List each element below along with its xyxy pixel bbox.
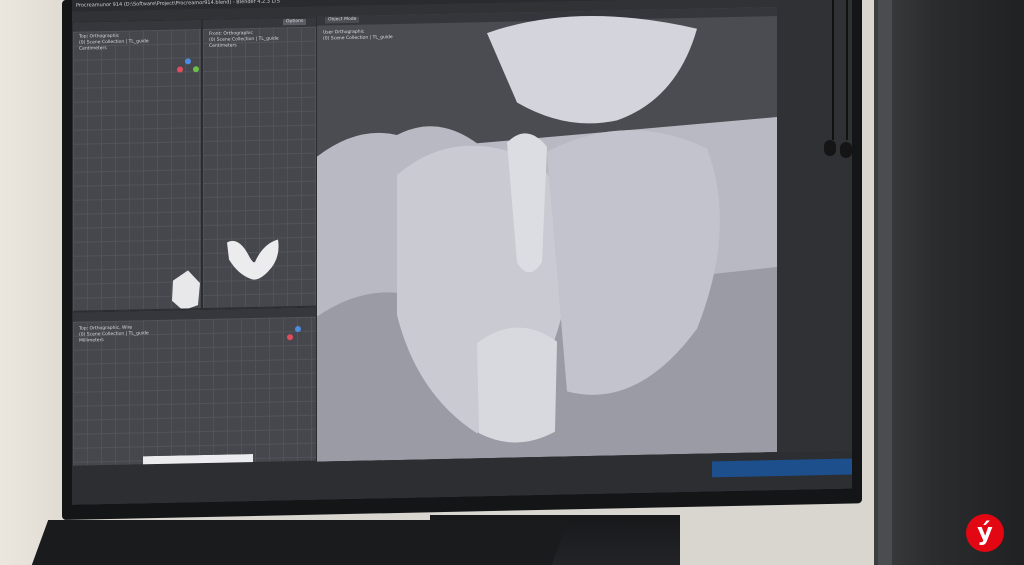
view-label-3: Centimeters xyxy=(79,46,107,52)
mesh-preview-top-left xyxy=(172,270,200,311)
properties-panel[interactable] xyxy=(777,0,852,453)
cabinet-edge xyxy=(878,0,892,565)
view-label-3: Centimeters xyxy=(209,43,237,49)
earbud-left xyxy=(824,140,836,156)
brand-logo: ý xyxy=(966,514,1004,552)
view-label-3: Millimeters xyxy=(79,338,104,344)
main-viewport[interactable]: Object Mode User Orthographic (0) Scene … xyxy=(317,7,777,462)
options-button[interactable]: Options xyxy=(283,18,307,26)
sculpt-mesh xyxy=(317,15,777,462)
cabinet-right xyxy=(874,0,1024,565)
earphone-cable-right xyxy=(846,0,848,140)
earbud-right xyxy=(840,142,852,158)
blender-screen: Procreamunor 914 (D:\Software\Project\Pr… xyxy=(72,0,852,505)
viewport-grid xyxy=(73,316,316,466)
earphone-cable-left xyxy=(832,0,834,140)
monitor: Procreamunor 914 (D:\Software\Project\Pr… xyxy=(62,0,862,521)
viewport-top-left[interactable]: Top: Orthographic (0) Scene Collection |… xyxy=(72,19,202,312)
mesh-preview-front xyxy=(227,239,279,280)
viewport-bottom-left[interactable]: Top: Orthographic, Wire (0) Scene Collec… xyxy=(72,306,317,467)
taskbar xyxy=(712,458,852,478)
keyboard xyxy=(31,520,569,565)
viewport-top-middle[interactable]: Front: Orthographic (0) Scene Collection… xyxy=(202,16,317,310)
